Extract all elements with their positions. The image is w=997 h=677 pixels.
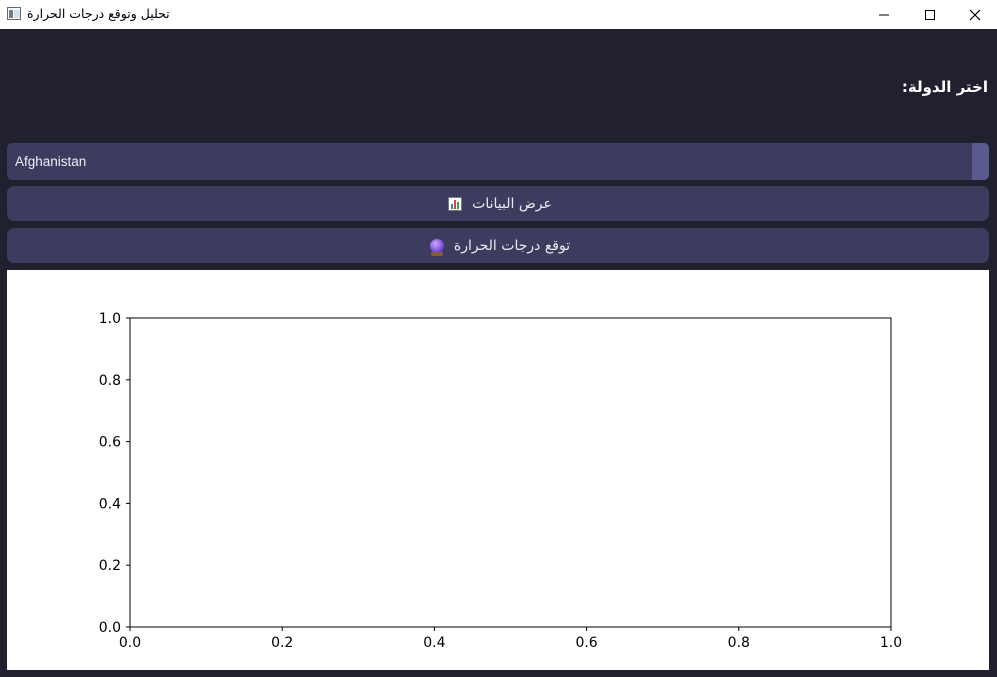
dropdown-arrow-icon[interactable] xyxy=(972,143,989,180)
predict-label: توقع درجات الحرارة xyxy=(453,237,571,254)
y-tick-label: 0.6 xyxy=(99,435,121,451)
country-select-value: Afghanistan xyxy=(15,154,87,169)
x-tick-label: 0.0 xyxy=(119,635,141,651)
close-icon xyxy=(969,9,981,20)
bar-chart-icon xyxy=(448,196,463,211)
temperature-chart: 0.0 0.2 0.4 0.6 0.8 1.0 0.0 0.2 0.4 0.6 0.8 1.0 xyxy=(99,311,902,651)
x-tick-label: 0.4 xyxy=(423,635,445,651)
minimize-icon xyxy=(879,14,889,15)
x-tick-label: 1.0 xyxy=(880,635,902,651)
show-data-label: عرض البيانات xyxy=(472,195,552,212)
window-title: تحليل وتوقع درجات الحرارة xyxy=(27,6,170,21)
app-window-icon xyxy=(7,7,21,20)
crystal-ball-icon xyxy=(429,238,444,256)
x-tick-label: 0.8 xyxy=(728,635,750,651)
country-label: اختر الدولة: xyxy=(901,78,988,96)
y-tick-label: 0.8 xyxy=(99,373,121,389)
maximize-icon xyxy=(925,9,935,20)
predict-temperature-button[interactable]: توقع درجات الحرارة xyxy=(7,228,989,263)
show-data-button[interactable]: عرض البيانات xyxy=(7,186,989,221)
x-tick-label: 0.6 xyxy=(575,635,597,651)
y-tick-label: 0.4 xyxy=(99,496,121,512)
x-tick-label: 0.2 xyxy=(271,635,293,651)
y-tick-label: 1.0 xyxy=(99,311,121,327)
country-select[interactable]: Afghanistan xyxy=(7,143,989,180)
y-tick-label: 0.2 xyxy=(99,558,121,574)
title-bar: تحليل وتوقع درجات الحرارة xyxy=(0,0,997,29)
minimize-button[interactable] xyxy=(861,0,907,29)
plot-canvas: 0.0 0.2 0.4 0.6 0.8 1.0 0.0 0.2 0.4 0.6 0.8 1.0 xyxy=(7,270,989,670)
maximize-button[interactable] xyxy=(907,0,953,29)
plot-axes-frame xyxy=(129,317,892,628)
close-button[interactable] xyxy=(952,0,997,29)
y-tick-label: 0.0 xyxy=(99,620,121,636)
